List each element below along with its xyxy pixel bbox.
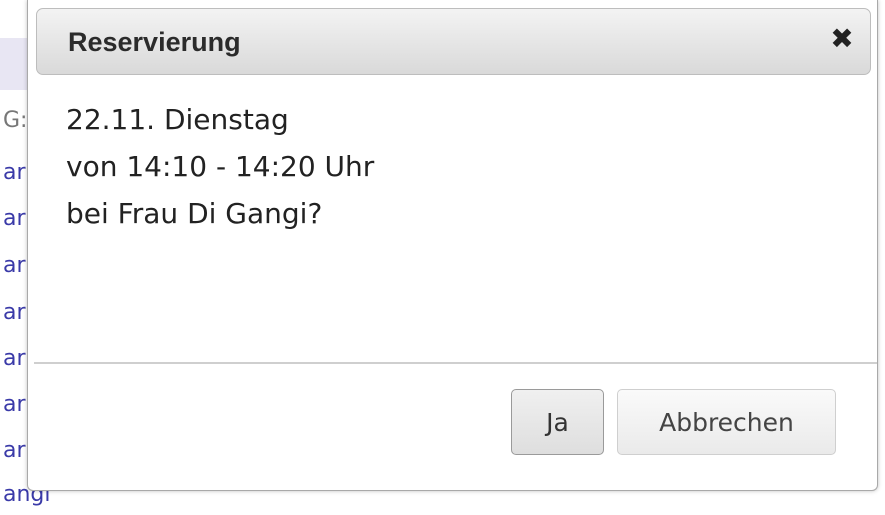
reservation-person: bei Frau Di Gangi? [66, 197, 323, 230]
reservation-date: 22.11. Dienstag [66, 103, 289, 136]
background-link[interactable]: ar [3, 300, 26, 325]
background-link[interactable]: ar [3, 253, 26, 278]
button-pane-divider [34, 362, 877, 364]
background-link[interactable]: ar [3, 160, 26, 185]
close-icon[interactable]: ✖ [828, 25, 856, 53]
dialog-titlebar[interactable]: Reservierung ✖ [36, 8, 871, 75]
reservation-time: von 14:10 - 14:20 Uhr [66, 150, 375, 183]
cancel-button[interactable]: Abbrechen [617, 389, 836, 455]
background-link[interactable]: ar [3, 346, 26, 371]
background-row-text: G: [3, 108, 28, 133]
dialog-message: 22.11. Dienstag von 14:10 - 14:20 Uhr be… [66, 96, 374, 237]
reservation-dialog: Reservierung ✖ 22.11. Dienstag von 14:10… [27, 0, 878, 491]
dialog-title: Reservierung [68, 27, 241, 57]
background-link[interactable]: ar [3, 392, 26, 417]
background-link[interactable]: ar [3, 206, 26, 231]
background-link[interactable]: ar [3, 438, 26, 463]
confirm-button[interactable]: Ja [511, 389, 604, 455]
